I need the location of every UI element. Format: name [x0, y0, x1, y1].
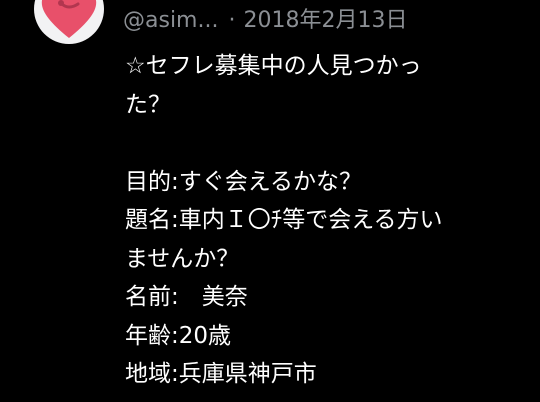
username[interactable]: @asim... [123, 8, 218, 33]
tweet-line: 年齢:20歳 [125, 322, 232, 349]
tweet-line: 地域:兵庫県神戸市 [125, 361, 317, 387]
tweet-line: た？ [125, 91, 171, 118]
separator-dot: · [228, 8, 236, 33]
tweet-date[interactable]: 2018年2月13日 [243, 8, 407, 33]
tweet-text: ☆セフレ募集中の人見つかっ た？ 目的:すぐ会えるかな？ 題名:車内Ｉ〇ﾁ等で会… [125, 47, 525, 394]
tweet-line: ☆セフレ募集中の人見つかっ [125, 53, 422, 79]
tweet-line: ませんか？ [125, 245, 240, 272]
tweet-line: 名前: 美奈 [125, 284, 248, 310]
heart-icon [41, 0, 97, 38]
avatar[interactable] [34, 0, 104, 44]
tweet-line: 題名:車内Ｉ〇ﾁ等で会える方い [125, 207, 443, 233]
tweet-header: @asim... · 2018年2月13日 [123, 6, 407, 36]
tweet-line: 目的:すぐ会えるかな？ [125, 168, 363, 195]
